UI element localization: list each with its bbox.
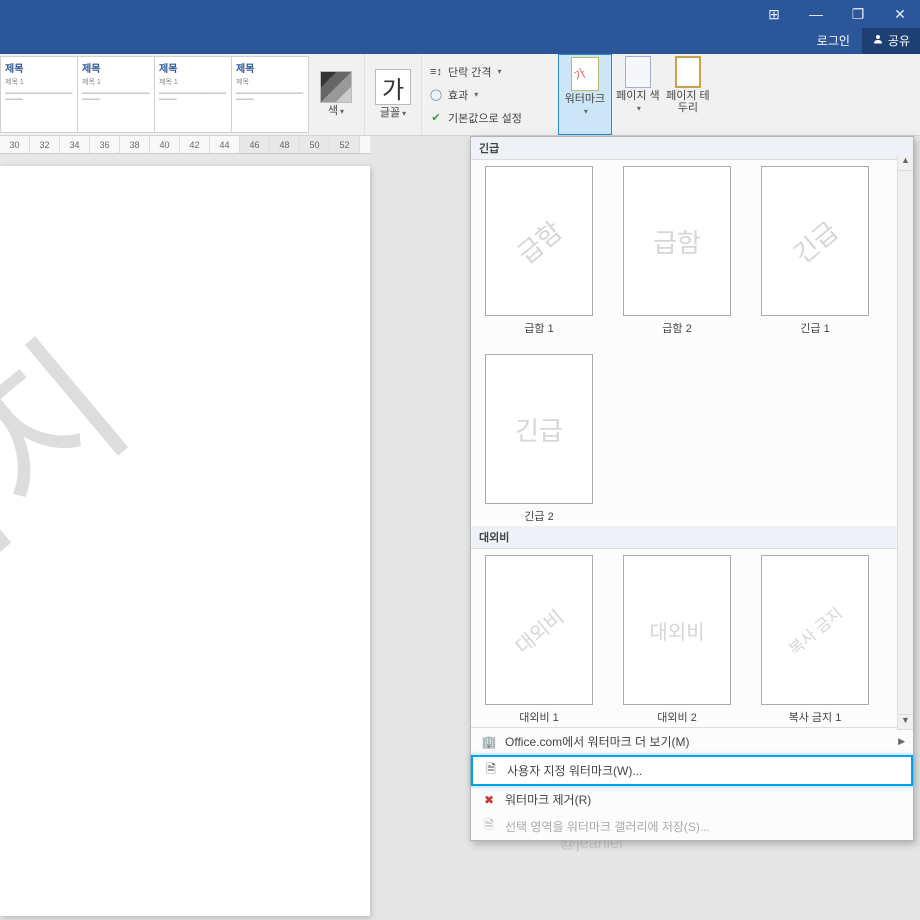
set-as-default-button[interactable]: ✔ 기본값으로 설정 <box>428 108 522 128</box>
watermark-option[interactable]: 급함 급함 1 <box>479 166 599 336</box>
save-icon: 🗎 <box>481 819 497 835</box>
watermark-icon: 가 <box>571 57 599 91</box>
chevron-down-icon: ▾ <box>498 67 502 76</box>
fonts-button[interactable]: 가 글꼴▾ <box>373 67 413 121</box>
ribbon-group: ≡↕ 단락 간격 ▾ ◯ 효과 ▾ ✔ 기본값으로 설정 <box>422 54 528 135</box>
style-thumb[interactable]: 제목 제목 ════════════════════════ <box>231 56 309 133</box>
check-icon: ✔ <box>428 110 444 126</box>
paragraph-spacing-icon: ≡↕ <box>428 64 444 80</box>
document-formatting-gallery[interactable]: 제목 제목 1 ════════════════════════ 제목 제목 1… <box>0 54 308 135</box>
horizontal-ruler[interactable]: 30 32 34 36 38 40 42 44 46 48 50 52 <box>0 136 370 154</box>
chevron-down-icon: ▾ <box>474 90 478 99</box>
effects-icon: ◯ <box>428 87 444 103</box>
remove-watermark-menu-item[interactable]: ✖ 워터마크 제거(R) <box>471 786 913 813</box>
watermark-button[interactable]: 가 워터마크▾ <box>558 54 612 135</box>
person-icon <box>872 28 884 54</box>
page-color-button[interactable]: 페이지 색▾ <box>612 54 664 135</box>
title-bar: ⊞ — ❐ ✕ <box>0 0 920 28</box>
watermark-gallery: 급함 급함 1 급함 급함 2 긴급 긴급 1 긴급 긴급 2 <box>471 160 913 526</box>
document-watermark: 금지 <box>0 283 166 650</box>
login-link[interactable]: 로그인 <box>805 28 862 54</box>
paragraph-spacing-button[interactable]: ≡↕ 단락 간격 ▾ <box>428 62 522 82</box>
style-thumb[interactable]: 제목 제목 1 ════════════════════════ <box>0 56 78 133</box>
watermark-option[interactable]: 복사 금지 복사 금지 1 <box>755 555 875 725</box>
office-icon: 🏢 <box>481 734 497 750</box>
chevron-right-icon: ▶ <box>898 736 905 747</box>
watermark-gallery: 대외비 대외비 1 대외비 대외비 2 복사 금지 복사 금지 1 <box>471 549 913 727</box>
watermark-option[interactable]: 대외비 대외비 1 <box>479 555 599 725</box>
scroll-up-icon[interactable]: ▲ <box>898 155 913 171</box>
ribbon-display-options-icon[interactable]: ⊞ <box>762 4 786 24</box>
minimize-icon[interactable]: — <box>804 4 828 24</box>
restore-icon[interactable]: ❐ <box>846 4 870 24</box>
chevron-down-icon: ▾ <box>340 107 344 116</box>
style-thumb[interactable]: 제목 제목 1 ════════════════════════ <box>77 56 155 133</box>
close-icon[interactable]: ✕ <box>888 4 912 24</box>
watermark-option[interactable]: 긴급 긴급 2 <box>479 354 599 524</box>
watermark-section-header: 대외비 <box>471 526 913 549</box>
watermark-menu: 🏢 Office.com에서 워터마크 더 보기(M) ▶ 🗎 사용자 지정 워… <box>471 727 913 840</box>
document-page[interactable]: 금지 <box>0 166 370 916</box>
document-icon: 🗎 <box>483 763 499 779</box>
colors-button[interactable]: 색▾ <box>316 69 356 119</box>
remove-icon: ✖ <box>481 792 497 808</box>
gallery-scrollbar[interactable]: ▲ ▼ <box>897 155 913 730</box>
custom-watermark-menu-item[interactable]: 🗎 사용자 지정 워터마크(W)... <box>471 755 913 786</box>
share-button[interactable]: 공유 <box>862 28 920 54</box>
watermark-option[interactable]: 대외비 대외비 2 <box>617 555 737 725</box>
account-bar: 로그인 공유 <box>0 28 920 54</box>
watermark-option[interactable]: 긴급 긴급 1 <box>755 166 875 336</box>
chevron-down-icon: ▾ <box>637 104 641 113</box>
ribbon-group: 가 글꼴▾ <box>365 54 422 135</box>
page-color-icon <box>625 56 651 88</box>
chevron-down-icon: ▾ <box>584 107 588 116</box>
chevron-down-icon: ▾ <box>402 109 406 118</box>
fonts-icon: 가 <box>375 69 411 105</box>
share-label: 공유 <box>888 28 910 54</box>
watermark-option[interactable]: 급함 급함 2 <box>617 166 737 336</box>
ribbon-group: 색▾ <box>308 54 365 135</box>
watermark-dropdown-panel: 긴급 급함 급함 1 급함 급함 2 긴급 긴급 1 긴급 긴급 2 대외비 대… <box>470 136 914 841</box>
style-thumb[interactable]: 제목 제목 1 ════════════════════════ <box>154 56 232 133</box>
effects-button[interactable]: ◯ 효과 ▾ <box>428 85 522 105</box>
watermark-section-header: 긴급 <box>471 137 913 160</box>
page-border-icon <box>675 56 701 88</box>
ribbon: 제목 제목 1 ════════════════════════ 제목 제목 1… <box>0 54 920 136</box>
colors-icon <box>320 71 352 103</box>
more-from-office-menu-item[interactable]: 🏢 Office.com에서 워터마크 더 보기(M) ▶ <box>471 728 913 755</box>
page-borders-button[interactable]: 페이지 테두리 <box>664 54 712 135</box>
save-selection-to-gallery-menu-item: 🗎 선택 영역을 워터마크 갤러리에 저장(S)... <box>471 813 913 840</box>
